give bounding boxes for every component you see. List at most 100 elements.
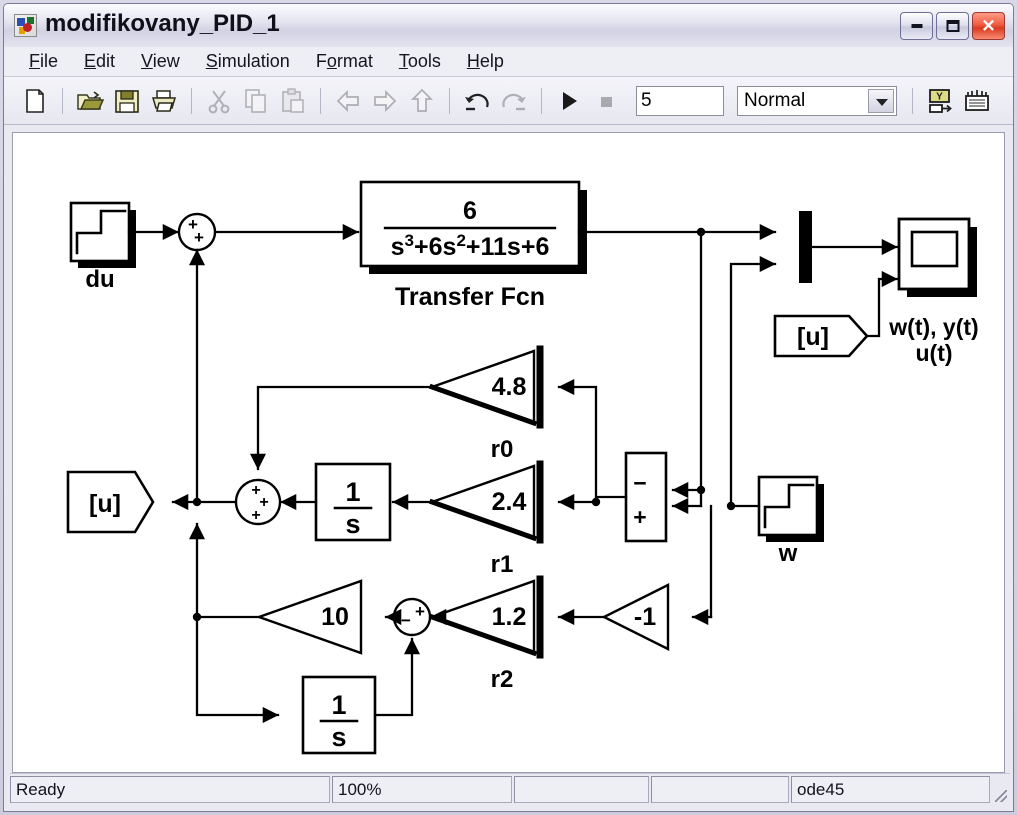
svg-text:s: s [331, 722, 346, 752]
resize-grip[interactable] [992, 774, 1010, 805]
goto-block-u[interactable]: [u] [66, 470, 155, 534]
new-model-button[interactable] [18, 84, 52, 118]
integrator-block-2[interactable]: 1 s [301, 675, 377, 755]
sum-block-middle[interactable]: + + + [234, 478, 282, 526]
block-diagram: du + + 6 s3+6s2+11s+6 Transfer Fcn w(t),… [66, 180, 979, 755]
signal-display-icon: Y [929, 88, 952, 113]
menu-item-file[interactable]: File [16, 49, 71, 74]
redo-button[interactable] [497, 84, 531, 118]
transfer-fcn-block[interactable]: 6 s3+6s2+11s+6 Transfer Fcn [359, 180, 587, 311]
tf-denominator: s3+6s2+11s+6 [391, 231, 550, 261]
clipboard-paste-icon [282, 87, 304, 113]
arrow-right-icon [374, 89, 397, 112]
simulation-mode-value: Normal [744, 89, 806, 111]
menu-item-view[interactable]: View [128, 49, 193, 74]
status-solver: ode45 [791, 776, 990, 803]
toolbar-separator [912, 87, 913, 114]
from-block-u-scope[interactable]: [u] [773, 314, 869, 358]
play-icon [563, 91, 577, 110]
maximize-button[interactable] [936, 12, 969, 40]
chevron-down-icon[interactable] [868, 88, 894, 113]
printer-icon [151, 89, 177, 112]
open-model-button[interactable] [73, 84, 107, 118]
floppy-save-icon [115, 89, 139, 113]
status-field-4 [651, 776, 789, 803]
status-field-3 [514, 776, 649, 803]
back-button[interactable] [331, 84, 365, 118]
undo-icon [465, 93, 489, 110]
from-block-tag: [u] [797, 323, 829, 351]
gain-r2-value: 1.2 [492, 603, 527, 631]
redo-icon [502, 93, 526, 110]
copy-icon [245, 88, 266, 113]
gain-block-10[interactable]: 10 [255, 579, 363, 655]
svg-text:s: s [345, 509, 360, 539]
arrow-left-icon [336, 89, 359, 112]
step-block-du[interactable]: du [69, 201, 136, 293]
toolbar-separator [320, 87, 321, 114]
menu-item-simulation[interactable]: Simulation [193, 49, 303, 74]
step-block-w-label: w [778, 540, 798, 567]
debug-button[interactable] [960, 84, 994, 118]
debugger-icon [965, 89, 989, 111]
toolbar: 5 Normal Y [4, 77, 1013, 125]
undo-button[interactable] [460, 84, 494, 118]
gain-r0-label: r0 [491, 436, 514, 463]
sum-block-error[interactable]: − + [624, 451, 668, 543]
step-block-w[interactable]: w [757, 475, 824, 567]
menu-label-simulation: imulation [217, 51, 290, 71]
mux-block[interactable] [799, 211, 812, 283]
menu-label-edit: dit [96, 51, 116, 71]
svg-text:+: + [633, 504, 646, 530]
open-folder-icon [77, 90, 104, 110]
svg-text:+: + [415, 602, 425, 621]
menu-label-help: elp [479, 51, 504, 71]
title-bar[interactable]: modifikovany_PID_1 ✕ [4, 4, 1013, 47]
menu-item-edit[interactable]: Edit [71, 49, 128, 74]
window-frame: modifikovany_PID_1 ✕ File Edit View Simu… [3, 3, 1014, 812]
print-button[interactable] [147, 84, 181, 118]
copy-button[interactable] [239, 84, 273, 118]
minimize-button[interactable] [900, 12, 933, 40]
svg-text:−: − [633, 470, 646, 496]
window-title: modifikovany_PID_1 [45, 10, 280, 37]
gain-block-r0[interactable]: 4.8 r0 [428, 345, 544, 463]
gain-r0-value: 4.8 [492, 373, 527, 401]
scope-label-line2: u(t) [915, 340, 952, 366]
transfer-fcn-label: Transfer Fcn [395, 283, 545, 311]
gain-block-r2[interactable]: 1.2 r2 [428, 575, 544, 693]
update-diagram-button[interactable]: Y [923, 84, 957, 118]
gain-block-r1[interactable]: 2.4 r1 [428, 460, 544, 578]
stop-simulation-button[interactable] [589, 84, 623, 118]
svg-text:+: + [194, 228, 204, 247]
menu-item-format[interactable]: Format [303, 49, 386, 74]
simulink-model-icon [14, 14, 37, 37]
start-simulation-button[interactable] [552, 84, 586, 118]
tf-numerator: 6 [463, 197, 477, 225]
gain-block-minus1[interactable]: -1 [601, 583, 670, 651]
svg-text:+: + [251, 507, 260, 524]
paste-button[interactable] [276, 84, 310, 118]
toolbar-separator [62, 87, 63, 114]
menu-item-tools[interactable]: Tools [386, 49, 454, 74]
simulation-stop-time-input[interactable]: 5 [636, 85, 724, 116]
integrator-block-1[interactable]: 1 s [314, 462, 392, 542]
menu-item-help[interactable]: Help [454, 49, 517, 74]
sum-block-bottom[interactable]: − + [392, 597, 432, 637]
scope-block[interactable]: w(t), y(t) u(t) [888, 217, 979, 366]
cut-button[interactable] [202, 84, 236, 118]
save-model-button[interactable] [110, 84, 144, 118]
gain-minus1-value: -1 [634, 603, 656, 631]
forward-button[interactable] [368, 84, 402, 118]
up-level-button[interactable] [405, 84, 439, 118]
sum-block-input[interactable]: + + [177, 212, 217, 252]
close-button[interactable]: ✕ [972, 12, 1005, 40]
status-bar: Ready 100% ode45 [10, 773, 1010, 805]
arrow-up-icon [410, 88, 434, 112]
model-canvas[interactable]: du + + 6 s3+6s2+11s+6 Transfer Fcn w(t),… [12, 132, 1005, 773]
status-zoom: 100% [332, 776, 512, 803]
menu-bar: File Edit View Simulation Format Tools H… [4, 47, 1013, 77]
step-block-du-label: du [85, 266, 114, 293]
toolbar-separator [191, 87, 192, 114]
simulation-mode-select[interactable]: Normal [737, 85, 897, 116]
